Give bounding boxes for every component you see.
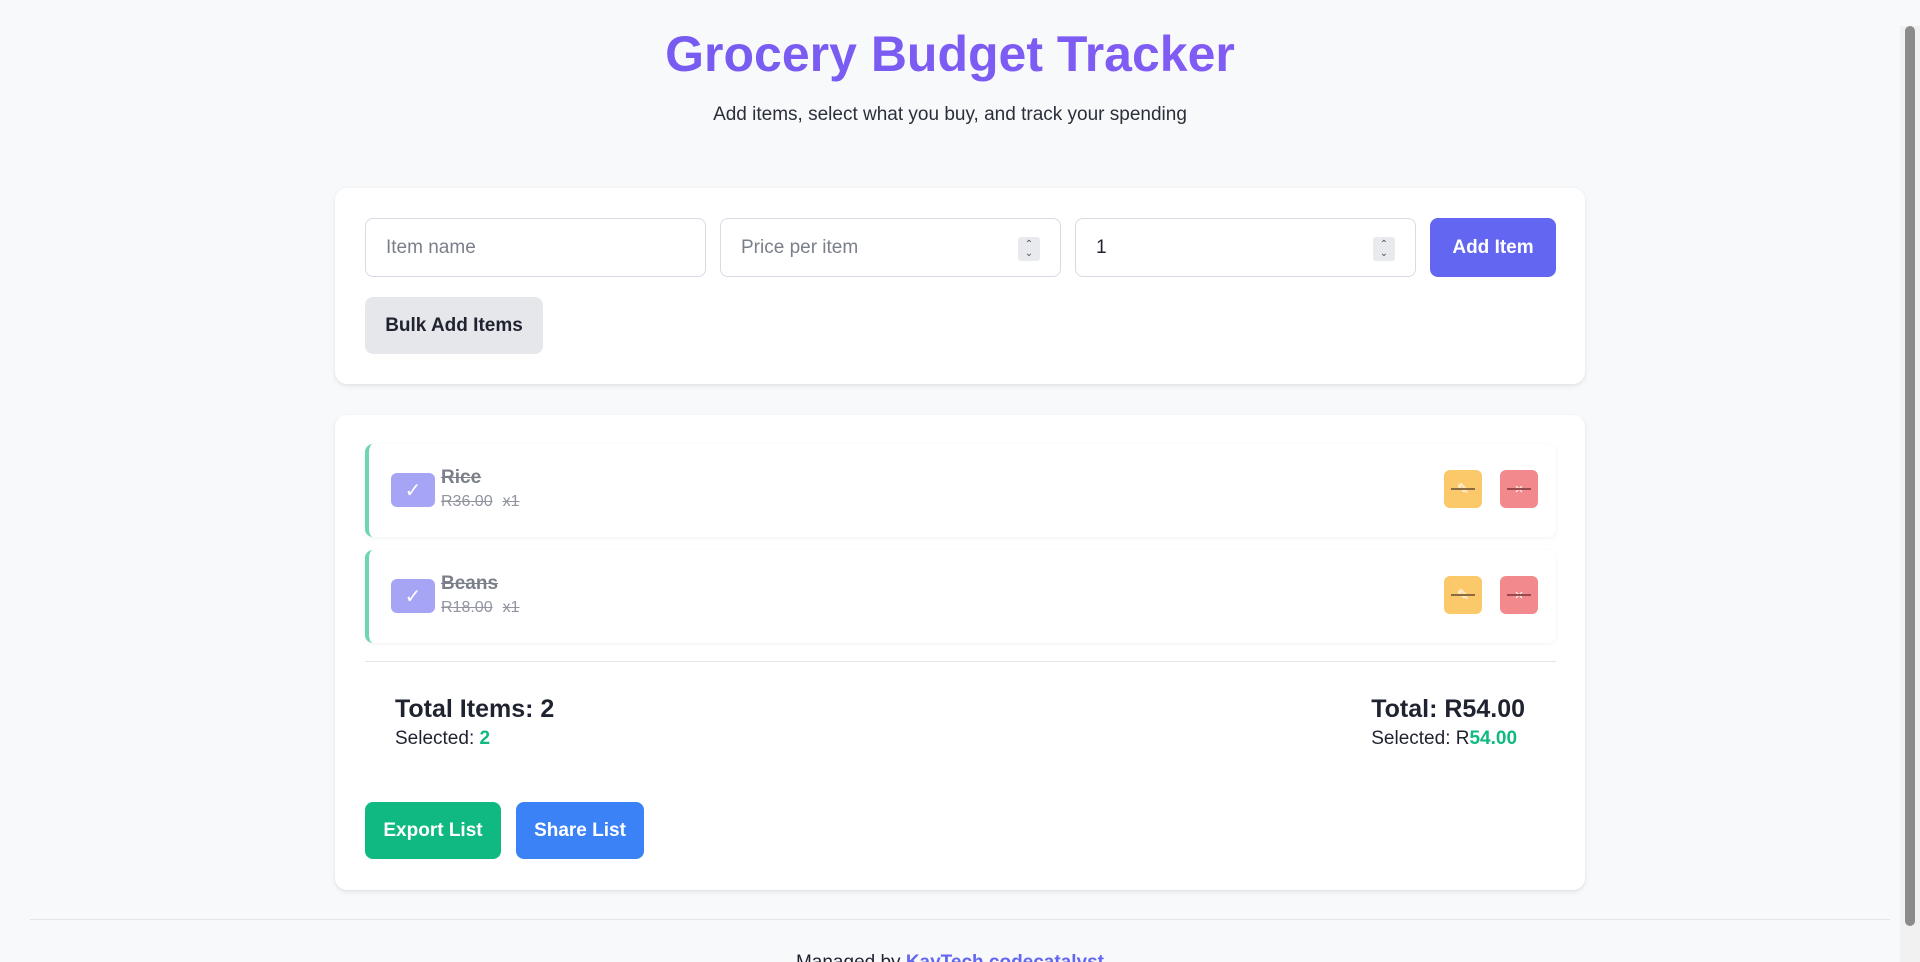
bulk-add-button[interactable]: Bulk Add Items	[365, 297, 543, 354]
list-item: ✓ Rice R36.00 x1 ✎ ×	[365, 444, 1556, 537]
item-meta: R18.00 x1	[441, 599, 520, 617]
edit-button[interactable]: ✎	[1444, 470, 1482, 508]
item-qty: x1	[502, 493, 520, 510]
footer-divider	[30, 919, 1890, 920]
delete-button[interactable]: ×	[1500, 576, 1538, 614]
vertical-scrollbar[interactable]: ▼	[1900, 26, 1920, 962]
quantity-value: 1	[1096, 236, 1107, 258]
export-list-button[interactable]: Export List	[365, 802, 501, 859]
item-name-placeholder: Item name	[386, 236, 476, 258]
total-items-summary: Total Items: 2 Selected: 2	[395, 695, 554, 750]
selected-count-label: Selected:	[395, 728, 480, 749]
page-subtitle: Add items, select what you buy, and trac…	[713, 104, 1187, 125]
item-price: R36.00	[441, 493, 493, 510]
footer-prefix: Managed by	[796, 952, 906, 962]
list-item: ✓ Beans R18.00 x1 ✎ ×	[365, 550, 1556, 643]
selected-amount-label: Selected: R	[1371, 728, 1470, 749]
page: Grocery Budget Tracker Add items, select…	[0, 26, 1900, 962]
selected-amount-line: Selected: R54.00	[1371, 728, 1525, 750]
item-name-input[interactable]: Item name	[365, 218, 706, 277]
page-title: Grocery Budget Tracker	[0, 26, 1900, 82]
total-amount-summary: Total: R54.00 Selected: R54.00	[1371, 695, 1525, 750]
scrollbar-thumb[interactable]	[1905, 26, 1915, 926]
quantity-spinner-icon[interactable]: ⌃ ⌄	[1373, 237, 1395, 261]
selected-count-line: Selected: 2	[395, 728, 554, 750]
divider	[365, 661, 1556, 662]
quantity-input[interactable]: 1 ⌃ ⌄	[1075, 218, 1416, 277]
add-item-card: Item name Price per item ⌃ ⌄ 1 ⌃ ⌄ Add Ite…	[335, 188, 1585, 384]
delete-button[interactable]: ×	[1500, 470, 1538, 508]
item-price: R18.00	[441, 599, 493, 616]
total-items-label: Total Items: 2	[395, 695, 555, 723]
price-placeholder: Price per item	[741, 236, 859, 258]
footer-link[interactable]: KayTech codecatalyst	[906, 952, 1104, 962]
checkbox-checked-icon[interactable]: ✓	[391, 473, 435, 507]
total-amount-label: Total: R54.00	[1371, 695, 1525, 723]
edit-button[interactable]: ✎	[1444, 576, 1482, 614]
footer: Managed by KayTech codecatalyst	[0, 952, 1900, 962]
item-name: Beans	[441, 573, 499, 594]
items-card: ✓ Rice R36.00 x1 ✎ × ✓ Beans R18.00 x1 ✎ ×	[335, 415, 1585, 890]
selected-count: 2	[479, 728, 491, 749]
item-meta: R36.00 x1	[441, 493, 520, 511]
item-qty: x1	[502, 599, 520, 616]
add-item-button[interactable]: Add Item	[1430, 218, 1556, 277]
checkbox-checked-icon[interactable]: ✓	[391, 579, 435, 613]
share-list-button[interactable]: Share List	[516, 802, 644, 859]
selected-amount: 54.00	[1469, 728, 1518, 749]
price-spinner-icon[interactable]: ⌃ ⌄	[1018, 237, 1040, 261]
price-input[interactable]: Price per item ⌃ ⌄	[720, 218, 1061, 277]
item-name: Rice	[441, 467, 482, 488]
